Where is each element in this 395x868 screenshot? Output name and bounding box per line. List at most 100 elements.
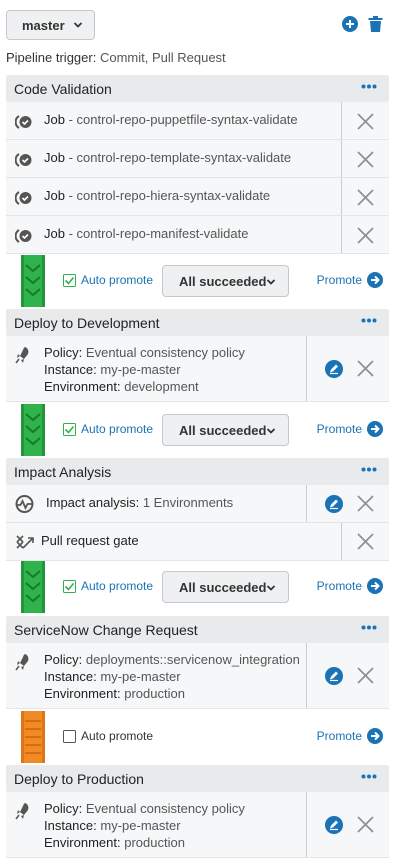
- job-status-icon: [15, 115, 32, 129]
- impact-analysis-row: Impact analysis: 1 Environments: [6, 485, 389, 523]
- promote-button[interactable]: Promote: [317, 578, 383, 594]
- job-status-icon: [15, 191, 32, 205]
- edit-deployment-icon[interactable]: [325, 816, 343, 834]
- promote-label: Promote: [316, 729, 362, 743]
- auto-promote-toggle[interactable]: Auto promote: [63, 579, 153, 593]
- rocket-icon: [15, 803, 29, 820]
- stage-title: Deploy to Development: [14, 314, 160, 331]
- job-label: Job: [44, 226, 65, 241]
- arrow-right-circle-icon: [367, 728, 383, 744]
- stage-title: Code Validation: [14, 80, 112, 97]
- edit-deployment-icon[interactable]: [325, 667, 343, 685]
- checkbox-checked-icon[interactable]: [63, 273, 76, 287]
- deployment-row: Policy: deployments::servicenow_integrat…: [6, 643, 389, 709]
- job-row: Job - control-repo-puppetfile-syntax-val…: [6, 102, 389, 140]
- more-options-icon[interactable]: [361, 84, 377, 89]
- stage-header: Code Validation: [6, 75, 389, 102]
- auto-promote-label: Auto promote: [81, 422, 154, 436]
- more-options-icon[interactable]: [361, 625, 377, 630]
- remove-job-icon[interactable]: [357, 189, 374, 206]
- promote-label: Promote: [316, 422, 362, 436]
- policy-label: Policy:: [44, 652, 83, 667]
- impact-analysis-icon: [15, 495, 34, 513]
- promote-button[interactable]: Promote: [317, 272, 383, 288]
- gate-condition-value: All succeeded: [179, 579, 267, 595]
- stage-progress-bar: [21, 255, 45, 307]
- auto-promote-toggle[interactable]: Auto promote: [63, 729, 153, 743]
- job-text: Job - control-repo-hiera-syntax-validate: [44, 188, 270, 203]
- stage-header: ServiceNow Change Request: [6, 616, 389, 643]
- remove-deployment-icon[interactable]: [357, 816, 374, 833]
- divider: [341, 216, 342, 253]
- deployment-row: Policy: Eventual consistency policy Inst…: [6, 336, 389, 402]
- promotion-gate: Auto promote All succeeded Promote: [6, 404, 389, 456]
- checkbox-checked-icon[interactable]: [63, 579, 76, 593]
- remove-impact-analysis-icon[interactable]: [357, 495, 374, 512]
- stage-title: Impact Analysis: [14, 463, 112, 480]
- divider: [341, 140, 342, 177]
- environment-value: production: [124, 835, 185, 850]
- more-options-icon[interactable]: [361, 467, 377, 472]
- promote-label: Promote: [316, 273, 362, 287]
- divider: [341, 178, 342, 215]
- impact-label: Impact analysis:: [46, 495, 140, 510]
- environment-value: production: [124, 686, 185, 701]
- auto-promote-toggle[interactable]: Auto promote: [63, 273, 153, 287]
- pull-request-gate-row: Pull request gate: [6, 523, 389, 561]
- arrow-right-circle-icon: [367, 578, 383, 594]
- environment-label: Environment:: [44, 835, 121, 850]
- pipeline-trigger: Pipeline trigger: Commit, Pull Request: [6, 50, 226, 65]
- promote-button[interactable]: Promote: [317, 728, 383, 744]
- job-text: Job - control-repo-template-syntax-valid…: [44, 150, 291, 165]
- edit-impact-analysis-icon[interactable]: [325, 495, 343, 513]
- trash-icon[interactable]: [368, 16, 383, 32]
- remove-job-icon[interactable]: [357, 113, 374, 130]
- promotion-gate: Auto promote Promote: [6, 711, 389, 763]
- chevron-down-icon: [266, 279, 276, 285]
- job-row: Job - control-repo-template-syntax-valid…: [6, 140, 389, 178]
- chevron-down-icon: [266, 428, 276, 434]
- job-label: Job: [44, 112, 65, 127]
- deployment-details: Policy: Eventual consistency policy Inst…: [44, 800, 245, 851]
- divider: [306, 336, 307, 401]
- gate-condition-select[interactable]: All succeeded: [162, 571, 289, 603]
- stage-title: Deploy to Production: [14, 770, 144, 787]
- instance-label: Instance:: [44, 818, 97, 833]
- stage-header: Deploy to Development: [6, 309, 389, 336]
- environment-label: Environment:: [44, 686, 121, 701]
- job-name: - control-repo-manifest-validate: [64, 226, 249, 241]
- more-options-icon[interactable]: [361, 774, 377, 779]
- checkbox-checked-icon[interactable]: [63, 422, 76, 436]
- remove-job-icon[interactable]: [357, 227, 374, 244]
- job-row: Job - control-repo-manifest-validate: [6, 216, 389, 254]
- stage-progress-bar: [21, 561, 45, 613]
- job-label: Job: [44, 150, 65, 165]
- remove-gate-icon[interactable]: [357, 533, 374, 550]
- gate-condition-select[interactable]: All succeeded: [162, 265, 289, 297]
- remove-deployment-icon[interactable]: [357, 667, 374, 684]
- stage-title: ServiceNow Change Request: [14, 621, 198, 638]
- more-options-icon[interactable]: [361, 318, 377, 323]
- branch-select[interactable]: master: [6, 10, 95, 40]
- remove-job-icon[interactable]: [357, 151, 374, 168]
- job-status-icon: [15, 229, 32, 243]
- job-row: Job - control-repo-hiera-syntax-validate: [6, 178, 389, 216]
- edit-deployment-icon[interactable]: [325, 360, 343, 378]
- impact-analysis-text: Impact analysis: 1 Environments: [46, 495, 233, 510]
- gate-condition-value: All succeeded: [179, 273, 267, 289]
- job-text: Job - control-repo-manifest-validate: [44, 226, 249, 241]
- gate-condition-select[interactable]: All succeeded: [162, 414, 289, 446]
- stage-progress-bar: [21, 711, 45, 763]
- plus-circle-icon[interactable]: [342, 16, 358, 32]
- deployment-row: Policy: Eventual consistency policy Inst…: [6, 792, 389, 858]
- auto-promote-label: Auto promote: [81, 579, 154, 593]
- remove-deployment-icon[interactable]: [357, 360, 374, 377]
- divider: [306, 643, 307, 708]
- policy-value: deployments::servicenow_integration: [85, 652, 300, 667]
- instance-value: my-pe-master: [100, 669, 181, 684]
- branch-label: master: [22, 17, 65, 33]
- promote-button[interactable]: Promote: [317, 421, 383, 437]
- checkbox-unchecked-icon[interactable]: [63, 729, 76, 743]
- job-label: Job: [44, 188, 65, 203]
- auto-promote-toggle[interactable]: Auto promote: [63, 422, 153, 436]
